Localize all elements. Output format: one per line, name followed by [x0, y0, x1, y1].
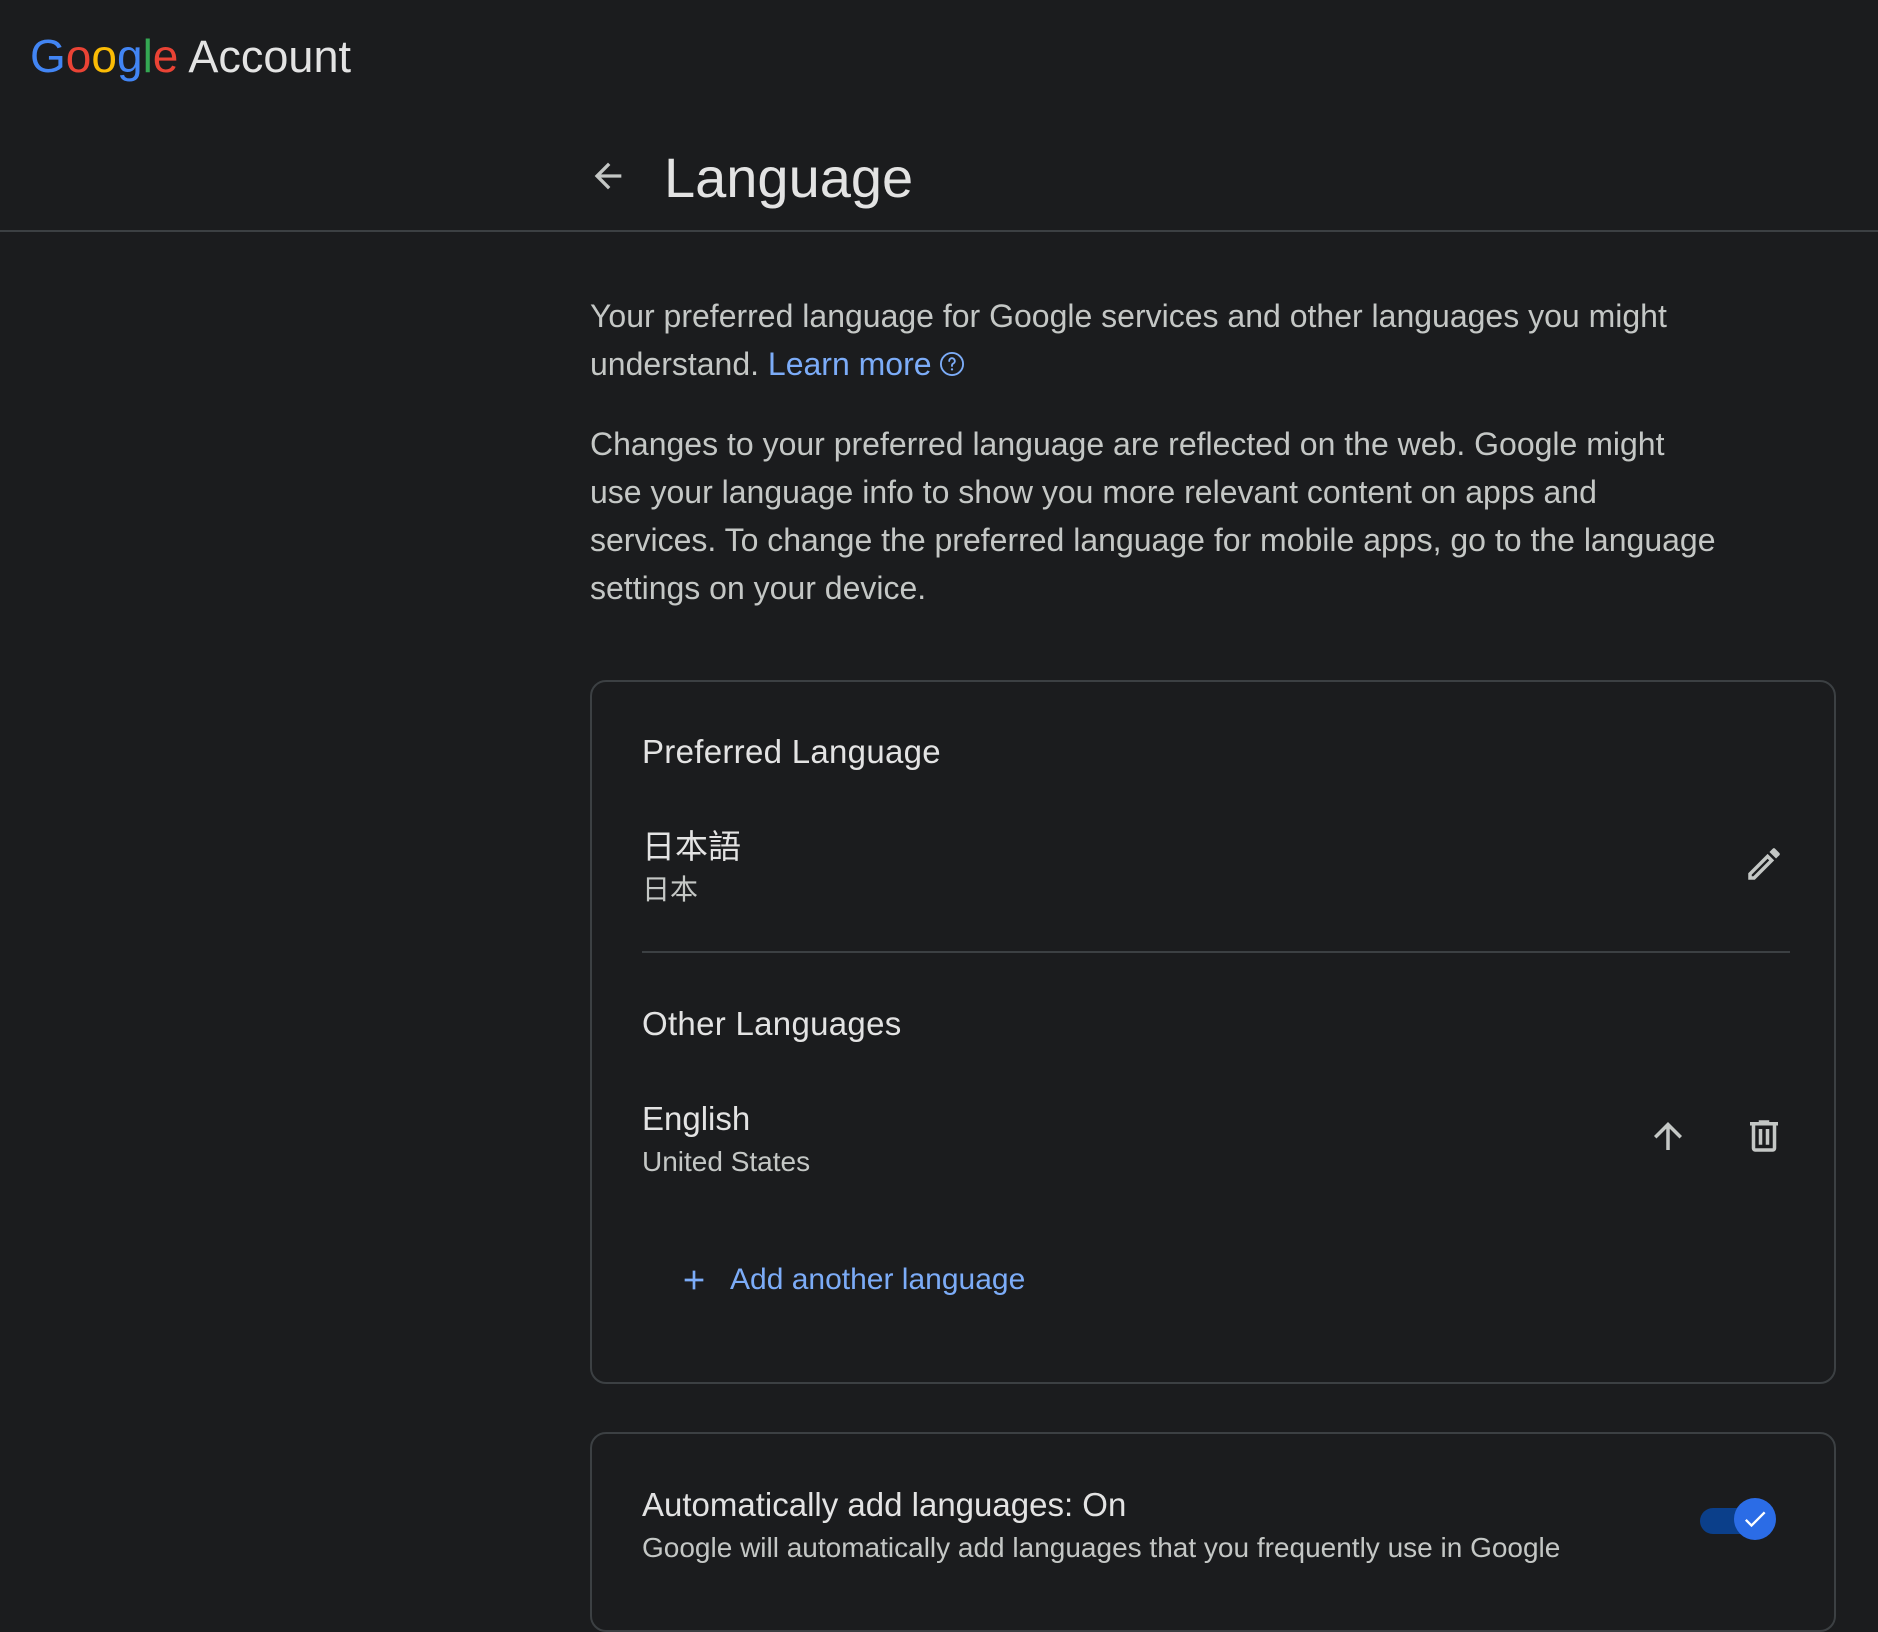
preferred-language-region: 日本 — [642, 874, 699, 905]
help-circle-icon[interactable] — [938, 350, 966, 378]
intro-text: Your preferred language for Google servi… — [590, 298, 1667, 382]
back-button[interactable] — [584, 152, 632, 200]
logo-letter-o2: o — [91, 30, 117, 82]
toggle-thumb — [1734, 1498, 1776, 1540]
page-header: Language — [0, 112, 1878, 232]
pencil-icon — [1748, 848, 1780, 880]
description-paragraph: Changes to your preferred language are r… — [590, 426, 1716, 606]
logo-letter-l: l — [142, 30, 153, 82]
top-bar: Google Account — [0, 0, 1878, 112]
plus-icon — [678, 1264, 710, 1296]
logo-letter-g: G — [30, 30, 66, 82]
logo-letter-o1: o — [65, 30, 92, 82]
preferred-language-title: Preferred Language — [642, 733, 941, 770]
arrow-up-icon — [1654, 1122, 1682, 1150]
intro-paragraph: Your preferred language for Google servi… — [590, 292, 1720, 388]
other-language-region: United States — [642, 1146, 811, 1177]
logo-letter-e: e — [152, 30, 179, 82]
other-language-name: English — [642, 1100, 751, 1137]
trash-icon — [1750, 1120, 1778, 1152]
add-language-button[interactable]: Add another language — [678, 1260, 1025, 1300]
auto-add-description: Google will automatically add languages … — [642, 1532, 1561, 1563]
check-icon — [1744, 1511, 1766, 1528]
other-languages-title: Other Languages — [642, 1005, 902, 1042]
arrow-left-icon — [594, 162, 622, 190]
logo-letter-g2: g — [116, 30, 143, 82]
page-title: Language — [664, 146, 914, 209]
learn-more-link[interactable]: Learn more — [768, 346, 932, 382]
auto-add-title: Automatically add languages: On — [642, 1486, 1127, 1523]
google-account-logo[interactable]: Google Account — [30, 26, 351, 87]
move-up-button[interactable] — [1640, 1108, 1696, 1164]
auto-add-toggle[interactable] — [1700, 1498, 1776, 1540]
add-language-label: Add another language — [730, 1263, 1026, 1296]
auto-add-card: Automatically add languages: On Google w… — [590, 1432, 1836, 1632]
languages-card: Preferred Language 日本語 日本 Other Language… — [590, 680, 1836, 1384]
preferred-language-name: 日本語 — [642, 828, 741, 865]
delete-language-button[interactable] — [1736, 1108, 1792, 1164]
account-label: Account — [188, 31, 351, 82]
intro-section: Your preferred language for Google servi… — [590, 292, 1840, 612]
edit-language-button[interactable] — [1736, 836, 1792, 892]
section-divider — [642, 951, 1790, 953]
